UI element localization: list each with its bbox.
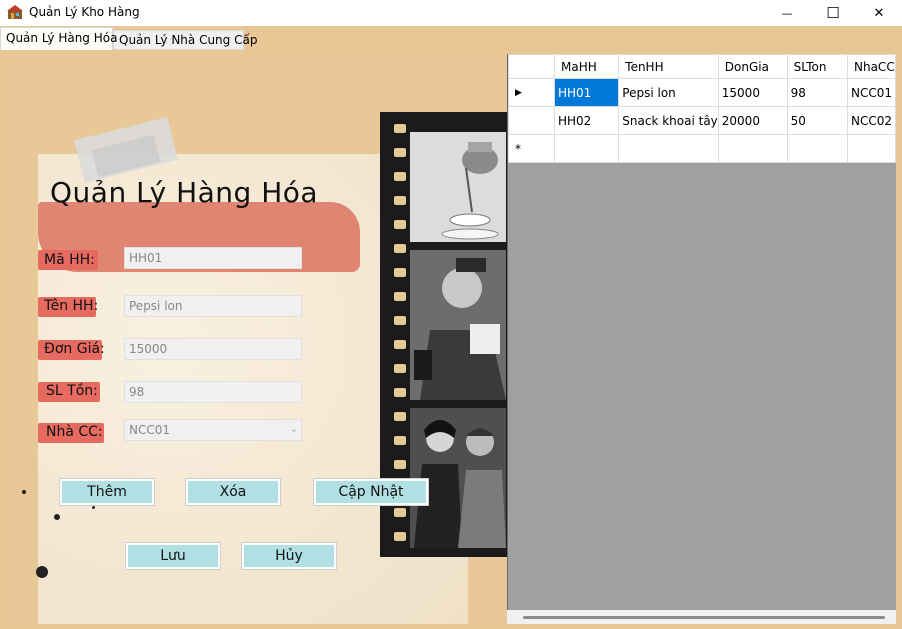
- ink-splatter: [36, 566, 48, 578]
- couple-image: [414, 420, 506, 548]
- new-row-asterisk-icon[interactable]: *: [508, 134, 555, 163]
- table-cell[interactable]: Pepsi lon: [618, 78, 719, 107]
- column-header-dongia[interactable]: DonGia: [717, 54, 788, 79]
- scrollbar-thumb[interactable]: [523, 616, 885, 619]
- ink-splatter: [92, 506, 95, 509]
- film-frame-man: [410, 250, 506, 400]
- column-header-tenhh[interactable]: TenHH: [618, 54, 719, 79]
- film-hole: [394, 268, 406, 277]
- table-cell[interactable]: NCC01: [847, 78, 896, 107]
- column-header-mahh[interactable]: MaHH: [553, 54, 620, 79]
- label-stock-quantity: SL Tồn:: [46, 383, 98, 399]
- film-hole: [394, 124, 406, 133]
- column-header-slton[interactable]: SLTon: [786, 54, 849, 79]
- man-phone-image: [414, 258, 506, 400]
- label-unit-price: Đơn Giá:: [44, 341, 105, 357]
- window-title: Quản Lý Kho Hàng: [29, 5, 140, 19]
- film-hole: [394, 388, 406, 397]
- table-cell[interactable]: 15000: [717, 78, 788, 107]
- table-cell[interactable]: Snack khoai tây: [618, 106, 719, 135]
- update-button[interactable]: Cập Nhật: [313, 478, 429, 506]
- row-indicator[interactable]: [508, 106, 555, 135]
- film-hole: [394, 172, 406, 181]
- film-frame-coffee: [410, 132, 506, 242]
- new-row[interactable]: *: [508, 134, 896, 163]
- add-button[interactable]: Thêm: [59, 478, 155, 506]
- film-hole: [394, 244, 406, 253]
- minimize-icon: —: [781, 6, 793, 20]
- cancel-button[interactable]: Hủy: [241, 542, 337, 570]
- tab-products[interactable]: Quản Lý Hàng Hóa: [0, 27, 117, 50]
- label-product-name: Tên HH:: [44, 298, 99, 314]
- delete-button[interactable]: Xóa: [185, 478, 281, 506]
- film-hole: [394, 436, 406, 445]
- film-hole: [394, 340, 406, 349]
- film-hole: [394, 508, 406, 517]
- label-product-id: Mã HH:: [44, 252, 95, 268]
- table-cell[interactable]: [717, 134, 788, 163]
- maximize-button[interactable]: ☐: [810, 0, 856, 26]
- table-row[interactable]: ▶ HH01 Pepsi lon 15000 98 NCC01: [508, 78, 896, 107]
- film-hole: [394, 220, 406, 229]
- table-cell[interactable]: [847, 134, 896, 163]
- film-hole: [394, 316, 406, 325]
- table-cell[interactable]: 98: [786, 78, 849, 107]
- film-hole: [394, 364, 406, 373]
- film-hole: [394, 460, 406, 469]
- close-icon: ✕: [873, 5, 885, 21]
- table-cell[interactable]: HH01: [553, 78, 620, 107]
- app-window: Quản Lý Kho Hàng — ☐ ✕ Quản Lý Hàng Hóa …: [0, 0, 902, 629]
- ink-splatter: [22, 490, 26, 494]
- horizontal-scrollbar[interactable]: [507, 610, 896, 624]
- row-indicator-icon[interactable]: ▶: [508, 78, 555, 107]
- coffee-pour-image: [441, 142, 499, 240]
- window-edge: [896, 54, 902, 629]
- table-row[interactable]: HH02 Snack khoai tây 20000 50 NCC02: [508, 106, 896, 135]
- warehouse-icon: [7, 5, 23, 19]
- table-cell[interactable]: [618, 134, 719, 163]
- table-cell[interactable]: [553, 134, 620, 163]
- products-datagrid[interactable]: MaHH TenHH DonGia SLTon NhaCC ▶ HH01 Pep…: [507, 54, 896, 610]
- unit-price-input[interactable]: [124, 338, 302, 360]
- tab-strip: Quản Lý Hàng Hóa Quản Lý Nhà Cung Cấp: [0, 27, 902, 50]
- product-id-input[interactable]: [124, 247, 302, 269]
- table-cell[interactable]: 20000: [717, 106, 788, 135]
- minimize-button[interactable]: —: [764, 0, 810, 26]
- table-cell[interactable]: NCC02: [847, 106, 896, 135]
- product-name-input[interactable]: [124, 295, 302, 317]
- table-cell[interactable]: 50: [786, 106, 849, 135]
- chevron-down-icon[interactable]: ⌄: [290, 424, 298, 435]
- table-cell[interactable]: HH02: [553, 106, 620, 135]
- save-button[interactable]: Lưu: [125, 542, 221, 570]
- column-header-nhacc[interactable]: NhaCC: [847, 54, 896, 79]
- row-header-corner: [508, 54, 555, 79]
- products-table: MaHH TenHH DonGia SLTon NhaCC ▶ HH01 Pep…: [508, 54, 896, 163]
- film-hole: [394, 148, 406, 157]
- stock-quantity-input[interactable]: [124, 381, 302, 403]
- film-hole: [394, 196, 406, 205]
- form-panel: Quản Lý Hàng Hóa Mã HH: Tên HH: Đơn Giá:…: [2, 50, 507, 625]
- label-supplier: Nhà CC:: [46, 424, 103, 440]
- page-title: Quản Lý Hàng Hóa: [50, 176, 319, 209]
- film-hole: [394, 292, 406, 301]
- supplier-combobox[interactable]: NCC01 ⌄: [124, 419, 302, 441]
- film-hole: [394, 412, 406, 421]
- film-frame-couple: [410, 408, 506, 548]
- close-button[interactable]: ✕: [856, 0, 902, 26]
- maximize-icon: ☐: [826, 4, 840, 22]
- supplier-combobox-value: NCC01: [129, 423, 171, 437]
- tab-suppliers[interactable]: Quản Lý Nhà Cung Cấp: [113, 30, 257, 50]
- table-cell[interactable]: [786, 134, 849, 163]
- film-hole: [394, 532, 406, 541]
- ink-splatter: [54, 514, 60, 520]
- title-bar: Quản Lý Kho Hàng — ☐ ✕: [0, 0, 902, 26]
- table-header-row: MaHH TenHH DonGia SLTon NhaCC: [508, 54, 896, 79]
